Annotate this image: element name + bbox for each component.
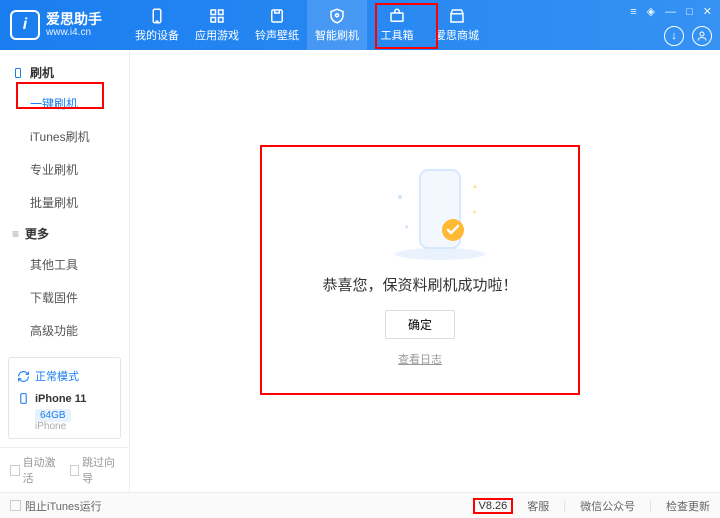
- phone-icon: [148, 7, 166, 25]
- section-label: 刷机: [30, 64, 54, 81]
- nav-ringtone[interactable]: 铃声壁纸: [247, 0, 307, 50]
- footer-link-support[interactable]: 客服: [527, 498, 549, 514]
- nav-label: 智能刷机: [315, 27, 359, 43]
- nav-my-device[interactable]: 我的设备: [127, 0, 187, 50]
- sidebar-item-advanced[interactable]: 高级功能: [0, 314, 129, 347]
- sidebar-section-flash: 刷机: [0, 58, 129, 87]
- app-url: www.i4.cn: [46, 27, 102, 38]
- header: i 爱思助手 www.i4.cn 我的设备 应用游戏 铃声壁纸 智能刷机 工具箱: [0, 0, 720, 50]
- nav-smart-flash[interactable]: 智能刷机: [307, 0, 367, 50]
- nav-apps[interactable]: 应用游戏: [187, 0, 247, 50]
- sidebar: 刷机 一键刷机 iTunes刷机 专业刷机 批量刷机 ≡ 更多 其他工具 下载固…: [0, 50, 130, 492]
- sidebar-item-download[interactable]: 下载固件: [0, 281, 129, 314]
- menu-icon[interactable]: ≡: [630, 6, 636, 18]
- device-row[interactable]: iPhone 11: [17, 388, 112, 409]
- logo-icon: i: [10, 10, 40, 40]
- device-sub: iPhone: [17, 421, 112, 432]
- phone-icon: [17, 392, 30, 405]
- chk-label: 阻止iTunes运行: [25, 498, 102, 514]
- nav-label: 工具箱: [381, 27, 414, 43]
- footer: 阻止iTunes运行 V8.26 客服 | 微信公众号 | 检查更新: [0, 492, 720, 518]
- nav-label: 爱思商城: [435, 27, 479, 43]
- section-label: 更多: [25, 225, 49, 242]
- sidebar-item-other[interactable]: 其他工具: [0, 248, 129, 281]
- user-icon[interactable]: [692, 26, 712, 46]
- shield-icon: [328, 7, 346, 25]
- sidebar-section-more: ≡ 更多: [0, 219, 129, 248]
- logo[interactable]: i 爱思助手 www.i4.cn: [10, 10, 102, 40]
- sidebar-checks: 自动激活 跳过向导: [0, 447, 129, 492]
- toolbox-icon: [388, 7, 406, 25]
- ok-button[interactable]: 确定: [385, 310, 455, 339]
- device-panel: 正常模式 iPhone 11 64GB iPhone: [8, 357, 121, 439]
- sidebar-item-oneclick[interactable]: 一键刷机: [0, 87, 129, 120]
- chk-block-itunes[interactable]: 阻止iTunes运行: [10, 498, 102, 514]
- music-icon: [268, 7, 286, 25]
- nav-toolbox[interactable]: 工具箱: [367, 0, 427, 50]
- chk-auto-activate[interactable]: 自动激活: [10, 454, 60, 486]
- refresh-icon: [17, 370, 30, 383]
- nav-label: 应用游戏: [195, 27, 239, 43]
- phone-icon: [12, 67, 24, 79]
- success-illustration: [375, 162, 465, 262]
- mode-label: 正常模式: [35, 368, 79, 384]
- nav-label: 铃声壁纸: [255, 27, 299, 43]
- device-name: iPhone 11: [35, 393, 86, 405]
- sidebar-item-pro[interactable]: 专业刷机: [0, 153, 129, 186]
- skin-icon[interactable]: ◈: [647, 5, 655, 18]
- view-log-link[interactable]: 查看日志: [398, 351, 442, 367]
- chk-label: 自动激活: [23, 454, 60, 486]
- store-icon: [448, 7, 466, 25]
- more-icon: ≡: [12, 227, 19, 241]
- sidebar-item-itunes[interactable]: iTunes刷机: [0, 120, 129, 153]
- sidebar-item-batch[interactable]: 批量刷机: [0, 186, 129, 219]
- success-title: 恭喜您，保资料刷机成功啦！: [322, 274, 517, 295]
- apps-icon: [208, 7, 226, 25]
- footer-link-update[interactable]: 检查更新: [666, 498, 710, 514]
- version-label: V8.26: [473, 498, 514, 514]
- app-title: 爱思助手: [46, 12, 102, 27]
- footer-link-wechat[interactable]: 微信公众号: [580, 498, 635, 514]
- chk-label: 跳过向导: [82, 454, 119, 486]
- nav-store[interactable]: 爱思商城: [427, 0, 487, 50]
- chk-skip-guide[interactable]: 跳过向导: [70, 454, 120, 486]
- top-nav: 我的设备 应用游戏 铃声壁纸 智能刷机 工具箱 爱思商城: [127, 0, 487, 50]
- nav-label: 我的设备: [135, 27, 179, 43]
- download-icon[interactable]: ↓: [664, 26, 684, 46]
- success-panel: 恭喜您，保资料刷机成功啦！ 确定 查看日志: [260, 145, 580, 395]
- main-area: 恭喜您，保资料刷机成功啦！ 确定 查看日志: [130, 50, 720, 492]
- mode-row[interactable]: 正常模式: [17, 364, 112, 388]
